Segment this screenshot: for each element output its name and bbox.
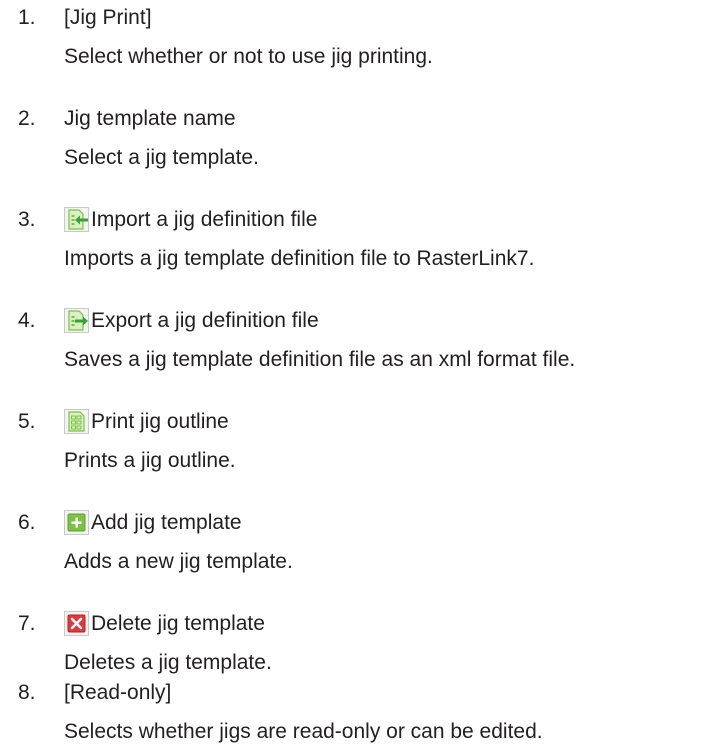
item-description: Selects whether jigs are read-only or ca… xyxy=(64,720,543,743)
item-title: Print jig outline xyxy=(64,406,229,437)
item-number: 7. xyxy=(18,612,36,635)
item-description: Saves a jig template definition file as … xyxy=(64,348,576,371)
export-file-icon xyxy=(64,308,89,333)
item-description: Prints a jig outline. xyxy=(64,449,236,472)
item-number: 4. xyxy=(18,309,36,332)
item-title-text: Delete jig template xyxy=(91,612,265,635)
item-title: Import a jig definition file xyxy=(64,204,317,235)
item-title-text: Export a jig definition file xyxy=(91,309,319,332)
item-number: 5. xyxy=(18,410,36,433)
item-title-text: [Jig Print] xyxy=(64,6,152,29)
item-title: Jig template name xyxy=(64,103,236,134)
item-number: 2. xyxy=(18,107,36,130)
item-number: 6. xyxy=(18,511,36,534)
item-description: Deletes a jig template. xyxy=(64,651,272,674)
add-icon xyxy=(64,510,89,535)
item-title-text: Import a jig definition file xyxy=(91,208,318,231)
item-description: Imports a jig template definition file t… xyxy=(64,247,535,270)
print-outline-icon xyxy=(64,409,89,434)
item-number: 8. xyxy=(18,681,36,704)
item-title: [Read-only] xyxy=(64,677,171,708)
item-description: Select a jig template. xyxy=(64,146,259,169)
item-title-text: [Read-only] xyxy=(64,681,172,704)
item-title-text: Print jig outline xyxy=(91,410,229,433)
item-title-text: Jig template name xyxy=(64,107,236,130)
item-title: Export a jig definition file xyxy=(64,305,319,336)
item-title: [Jig Print] xyxy=(64,2,152,33)
item-number: 1. xyxy=(18,6,36,29)
item-description: Select whether or not to use jig printin… xyxy=(64,45,433,68)
item-title-text: Add jig template xyxy=(91,511,242,534)
item-title: Delete jig template xyxy=(64,608,265,639)
item-title: Add jig template xyxy=(64,507,242,538)
item-number: 3. xyxy=(18,208,36,231)
import-file-icon xyxy=(64,207,89,232)
delete-icon xyxy=(64,611,89,636)
item-description: Adds a new jig template. xyxy=(64,550,293,573)
